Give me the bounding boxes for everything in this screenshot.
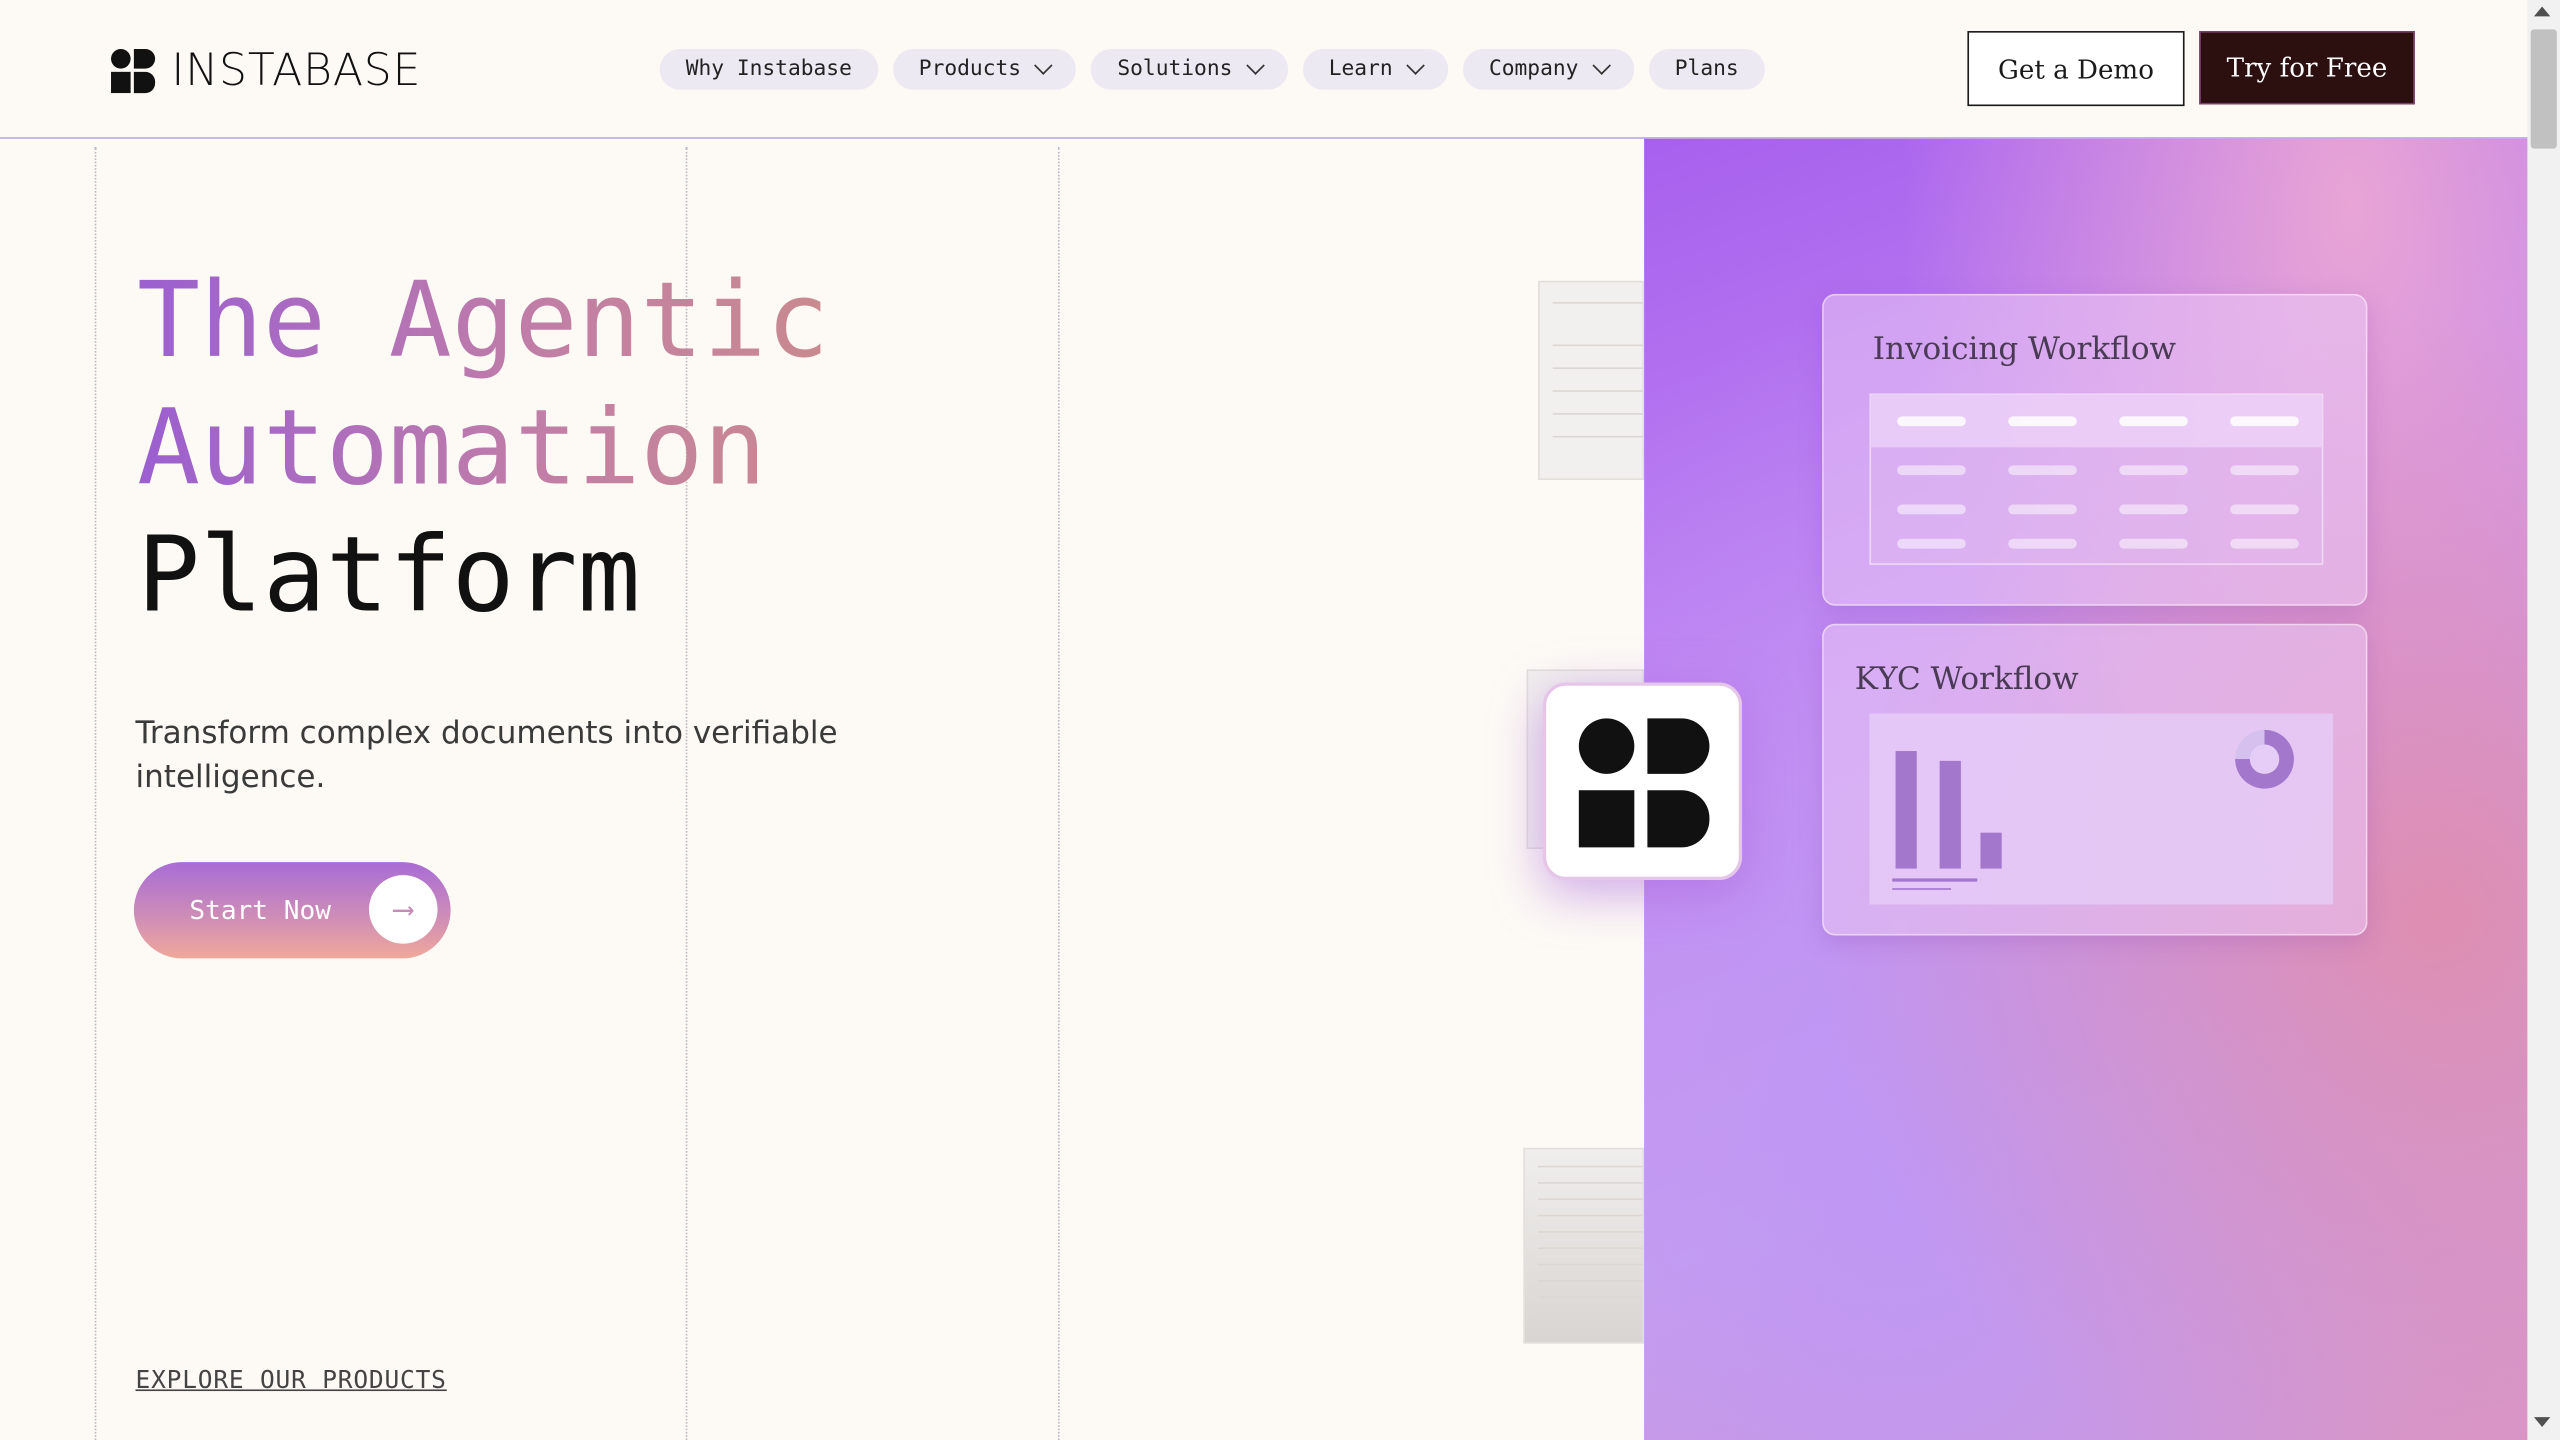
hero-title-line: The Agentic <box>137 258 829 385</box>
table-illustration <box>1869 393 2324 565</box>
donut-icon <box>2235 729 2294 789</box>
hero-title-line: Platform <box>137 515 641 637</box>
card-title: Invoicing Workflow <box>1872 331 2177 368</box>
document-thumbnail <box>1523 1147 1645 1344</box>
nav-company[interactable]: Company <box>1462 48 1634 90</box>
nav-label: Products <box>918 57 1022 82</box>
nav-learn[interactable]: Learn <box>1302 48 1449 90</box>
nav-label: Learn <box>1328 57 1393 82</box>
nav-label: Plans <box>1674 57 1739 82</box>
start-now-button[interactable]: Start Now ⟶ <box>133 862 451 959</box>
hero-title: The Agentic Automation Platform <box>137 258 829 640</box>
instabase-app-icon <box>1542 682 1743 881</box>
nav-solutions[interactable]: Solutions <box>1091 48 1288 90</box>
try-for-free-button[interactable]: Try for Free <box>2199 31 2415 105</box>
site-header: INSTABASE Why Instabase Products Solutio… <box>0 0 2528 139</box>
scrollbar-thumb[interactable] <box>2530 29 2557 149</box>
nav-plans[interactable]: Plans <box>1648 48 1765 90</box>
instabase-logo[interactable]: INSTABASE <box>111 45 422 97</box>
invoicing-workflow-card: Invoicing Workflow <box>1822 293 2368 606</box>
instabase-logo-icon <box>111 48 156 94</box>
scrollbar[interactable] <box>2527 0 2560 1440</box>
guide-line <box>1057 146 1060 1440</box>
chart-illustration <box>1869 713 2334 905</box>
chevron-down-icon <box>1592 55 1611 75</box>
nav-label: Company <box>1488 57 1579 82</box>
document-thumbnail <box>1538 280 1645 481</box>
start-now-label: Start Now <box>189 894 331 926</box>
logo-text: INSTABASE <box>171 45 422 97</box>
scroll-up-arrow-icon[interactable] <box>2533 6 2551 17</box>
nav-products[interactable]: Products <box>892 48 1077 90</box>
main-nav: Why Instabase Products Solutions Learn C… <box>659 48 1765 90</box>
nav-why-instabase[interactable]: Why Instabase <box>659 48 878 90</box>
hero-subtitle: Transform complex documents into verifia… <box>135 715 838 796</box>
chevron-down-icon <box>1406 55 1425 75</box>
explore-products-link[interactable]: EXPLORE OUR PRODUCTS <box>136 1365 447 1394</box>
chevron-down-icon <box>1246 55 1265 75</box>
nav-label: Solutions <box>1117 57 1233 82</box>
guide-line <box>94 146 97 1440</box>
get-a-demo-button[interactable]: Get a Demo <box>1967 31 2185 107</box>
chevron-down-icon <box>1034 55 1054 75</box>
card-title: KYC Workflow <box>1854 661 2079 698</box>
kyc-workflow-card: KYC Workflow <box>1822 623 2368 936</box>
scroll-down-arrow-icon[interactable] <box>2533 1417 2551 1427</box>
arrow-right-icon: ⟶ <box>368 875 438 944</box>
hero-title-line: Automation <box>137 385 829 512</box>
nav-label: Why Instabase <box>685 57 852 82</box>
